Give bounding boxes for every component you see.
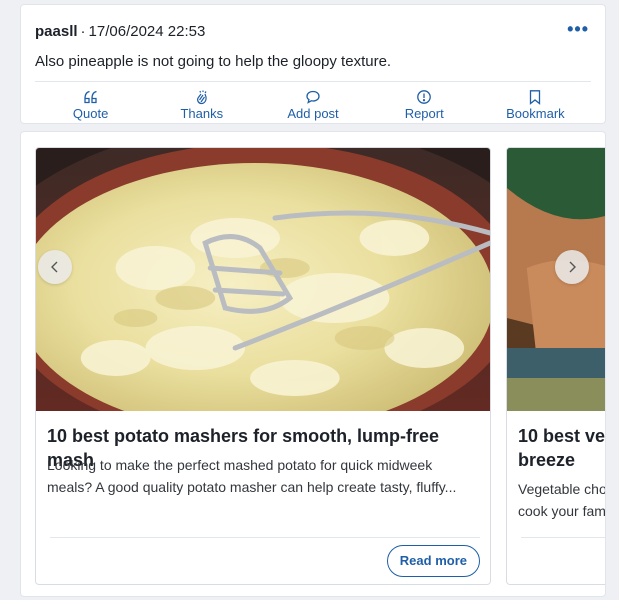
post-meta: paasll · 17/06/2024 22:53: [35, 23, 205, 40]
read-more-button[interactable]: Read more: [386, 545, 480, 577]
article-card-partial[interactable]: 10 best veg breeze Vegetable cho cook yo…: [506, 147, 606, 585]
bookmark-label: Bookmark: [506, 106, 565, 121]
article-description: Looking to make the perfect mashed potat…: [47, 457, 457, 495]
article-divider: [50, 537, 480, 538]
chevron-right-icon: [569, 261, 576, 273]
thanks-button[interactable]: Thanks: [146, 89, 257, 121]
post-author[interactable]: paasll: [35, 23, 78, 40]
add-post-label: Add post: [287, 106, 339, 121]
meta-separator: ·: [80, 23, 86, 40]
quote-label: Quote: [72, 106, 109, 121]
add-post-button[interactable]: Add post: [257, 89, 368, 121]
quote-icon: [83, 90, 97, 104]
article-image-vegetable-chopper[interactable]: [507, 148, 605, 411]
bookmark-button[interactable]: Bookmark: [480, 89, 591, 121]
quote-button[interactable]: Quote: [35, 89, 146, 121]
post-timestamp[interactable]: 17/06/2024 22:53: [89, 23, 206, 40]
article-description-line-2: cook your fam: [518, 503, 606, 519]
article-title-line-2: breeze: [518, 450, 576, 470]
article-description: Vegetable cho cook your fam: [518, 478, 606, 522]
report-label: Report: [404, 106, 444, 121]
post-divider: [35, 81, 591, 82]
chevron-left-icon: [51, 261, 58, 273]
carousel-next-button[interactable]: [555, 250, 589, 284]
post-card: paasll · 17/06/2024 22:53 ••• Also pineapp…: [20, 4, 606, 124]
speech-bubble-icon: [306, 90, 320, 104]
article-image-mashed-potato[interactable]: [36, 148, 490, 411]
bookmark-icon: [530, 90, 541, 105]
thanks-label: Thanks: [180, 106, 224, 121]
alert-circle-icon: [417, 90, 432, 104]
clap-icon: [196, 90, 207, 105]
article-title[interactable]: 10 best veg breeze: [518, 424, 606, 472]
vegetable-chopper-image: [507, 148, 605, 411]
mashed-potato-image: [36, 148, 490, 411]
more-options-button[interactable]: •••: [567, 19, 589, 39]
post-actions: Quote Thanks Add post Report Bookmark: [35, 89, 591, 121]
carousel-prev-button[interactable]: [38, 250, 72, 284]
article-title-line-1: 10 best veg: [518, 426, 606, 446]
article-carousel: 10 best potato mashers for smooth, lump-…: [20, 131, 606, 597]
article-card[interactable]: 10 best potato mashers for smooth, lump-…: [35, 147, 491, 585]
report-button[interactable]: Report: [369, 89, 480, 121]
post-body: Also pineapple is not going to help the …: [35, 53, 392, 70]
article-description-line-1: Vegetable cho: [518, 481, 606, 497]
article-divider: [521, 537, 605, 538]
